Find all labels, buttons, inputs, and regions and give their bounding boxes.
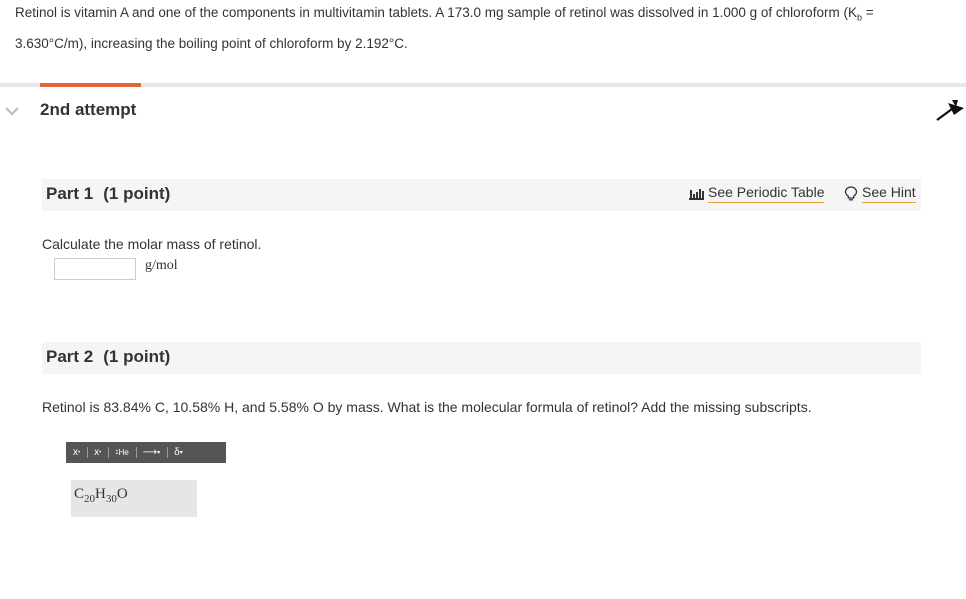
part-2-title: Part 2 (1 point): [46, 347, 170, 367]
periodic-table-icon: [689, 189, 704, 200]
molar-mass-input[interactable]: [54, 258, 136, 280]
pin-icon[interactable]: [934, 98, 966, 124]
formula-subscript-h[interactable]: 30: [106, 493, 117, 505]
part-1-label: Part 1: [46, 184, 94, 203]
see-hint-label[interactable]: See Hint: [862, 184, 916, 203]
arrow-icon: ⟶: [142, 447, 158, 458]
formula-element-h: H: [95, 486, 106, 502]
periodic-table-link[interactable]: See Periodic Table: [689, 184, 825, 203]
isotope-button[interactable]: 1 He: [108, 442, 136, 463]
superscript-button[interactable]: x •: [66, 442, 87, 463]
see-hint-link[interactable]: See Hint: [844, 184, 916, 203]
chevron-down-icon[interactable]: [4, 104, 20, 118]
lightbulb-icon: [844, 186, 858, 201]
part-1-title: Part 1 (1 point): [46, 184, 170, 204]
attempt-accent-bar: [40, 83, 141, 87]
delta-dropdown-mark: ▾: [179, 450, 183, 456]
arrow-dropdown-mark: ▾: [157, 450, 161, 456]
isotope-glyph: He: [118, 448, 129, 457]
delta-button[interactable]: δ ▾: [167, 442, 190, 463]
formula-toolbar: x • x • 1 He ⟶ ▾ δ ▾: [66, 442, 226, 463]
periodic-table-label[interactable]: See Periodic Table: [708, 184, 825, 203]
problem-statement: Retinol is vitamin A and one of the comp…: [15, 0, 915, 56]
part-2-header: Part 2 (1 point): [42, 342, 921, 374]
superscript-mark: •: [78, 449, 81, 456]
reaction-arrow-button[interactable]: ⟶ ▾: [135, 442, 167, 463]
part-1-points: (1 point): [103, 184, 171, 203]
subscript-mark: •: [99, 449, 102, 456]
part-2-label: Part 2: [46, 347, 94, 366]
part-2-points: (1 point): [103, 347, 171, 366]
part-1-question: Calculate the molar mass of retinol.: [42, 236, 262, 252]
part-1-header: Part 1 (1 point) See Periodic Table See H…: [42, 179, 921, 211]
formula-answer-box[interactable]: C20H30O: [71, 480, 197, 517]
subscript-button[interactable]: x •: [87, 442, 108, 463]
formula-element-o: O: [116, 486, 128, 502]
problem-text-1: Retinol is vitamin A and one of the comp…: [15, 5, 857, 20]
attempt-divider: [0, 83, 966, 87]
attempt-title[interactable]: 2nd attempt: [40, 100, 136, 120]
molar-mass-unit: g/mol: [145, 258, 178, 273]
problem-line-1: Retinol is vitamin A and one of the comp…: [15, 0, 915, 31]
problem-text-1-end: =: [861, 5, 874, 20]
formula-subscript-c[interactable]: 20: [84, 493, 95, 505]
problem-line-2: 3.630°C/m), increasing the boiling point…: [15, 35, 408, 51]
part-2-question: Retinol is 83.84% C, 10.58% H, and 5.58%…: [42, 399, 812, 415]
formula-element-c: C: [74, 486, 85, 502]
